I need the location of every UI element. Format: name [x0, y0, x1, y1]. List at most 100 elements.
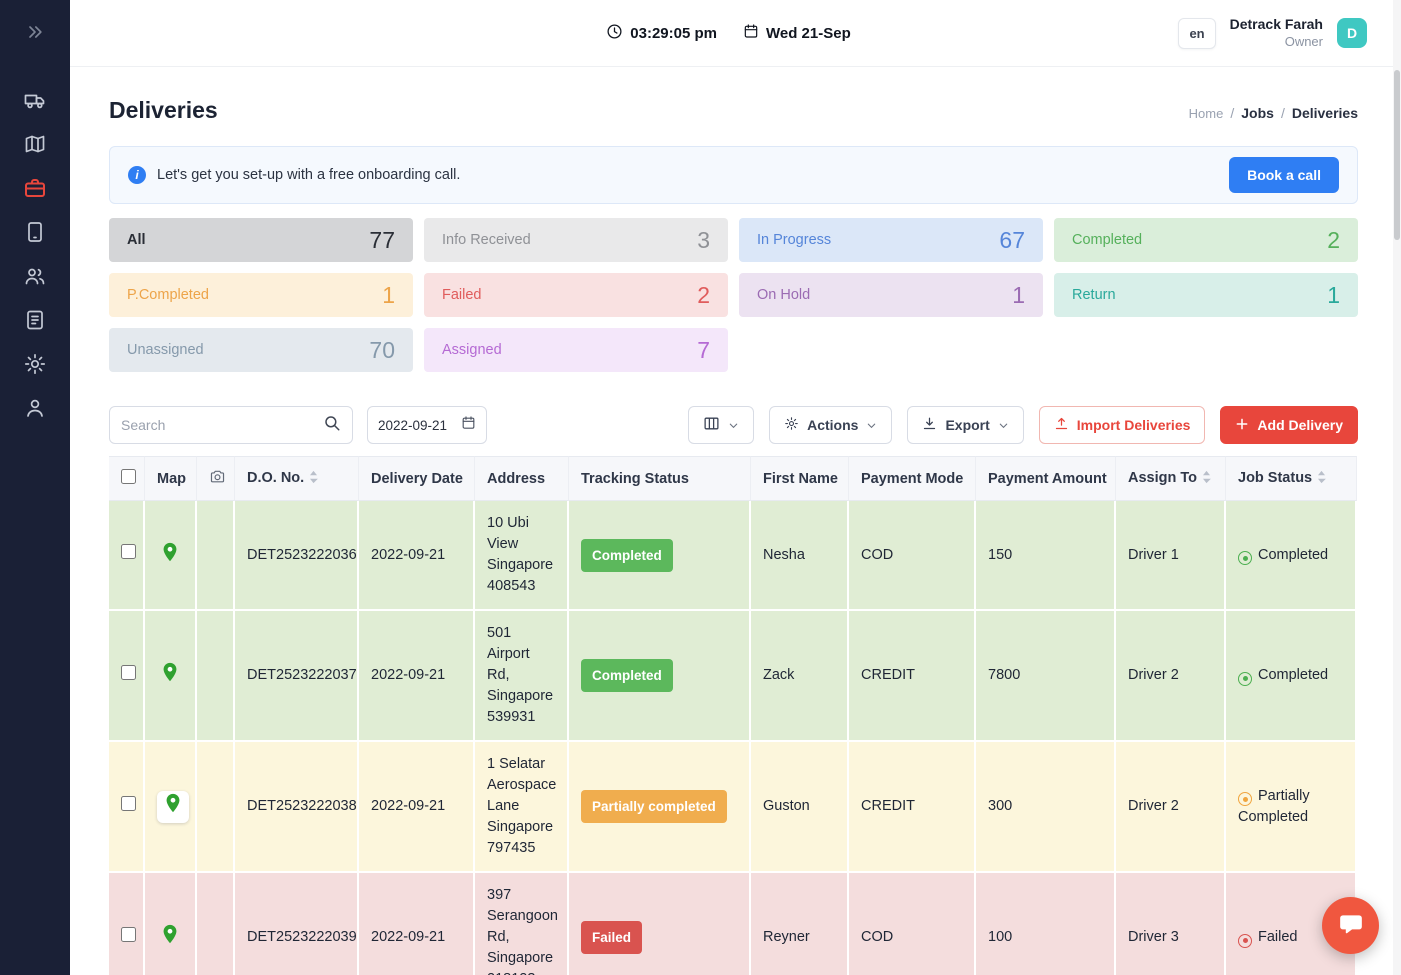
job-status-cell: Completed	[1226, 611, 1357, 742]
sidebar-item-account[interactable]	[17, 397, 53, 421]
gear-icon	[784, 416, 799, 434]
map-pin-button[interactable]	[159, 541, 181, 570]
row-checkbox[interactable]	[121, 796, 136, 811]
select-all-checkbox[interactable]	[121, 469, 136, 484]
gear-icon	[23, 352, 47, 379]
do-no-cell: DET2523222038	[235, 742, 359, 873]
date-text: Wed 21-Sep	[766, 25, 851, 42]
job-status-icon	[1238, 792, 1252, 806]
user-block: Detrack Farah Owner	[1230, 16, 1323, 50]
breadcrumb: Home / Jobs / Deliveries	[1189, 105, 1358, 121]
sidebar-item-team[interactable]	[17, 265, 53, 289]
status-card-info-received[interactable]: Info Received 3	[424, 218, 728, 262]
status-card-label: All	[127, 232, 146, 248]
actions-button[interactable]: Actions	[769, 406, 892, 444]
status-card-in-progress[interactable]: In Progress 67	[739, 218, 1043, 262]
language-button[interactable]: en	[1178, 18, 1215, 49]
chat-bubble-icon	[1338, 911, 1364, 940]
column-label: Address	[487, 471, 545, 487]
tracking-status-badge: Failed	[581, 921, 642, 954]
job-status-label: Failed	[1258, 929, 1298, 945]
briefcase-icon	[23, 176, 47, 203]
table-body: DET2523222036 2022-09-21 10 Ubi View Sin…	[109, 501, 1357, 975]
onboarding-banner: i Let's get you set-up with a free onboa…	[109, 146, 1358, 204]
column-header-do_no[interactable]: D.O. No.	[235, 456, 359, 501]
status-card-label: Failed	[442, 287, 482, 303]
map-pin-button[interactable]	[159, 661, 181, 690]
status-card-assigned[interactable]: Assigned 7	[424, 328, 728, 372]
sidebar-item-jobs[interactable]	[17, 177, 53, 201]
column-header-checkbox	[109, 456, 145, 501]
sort-icon	[1202, 472, 1211, 488]
status-card-count: 1	[382, 282, 395, 309]
row-checkbox[interactable]	[121, 665, 136, 680]
sidebar-item-devices[interactable]	[17, 221, 53, 245]
avatar[interactable]: D	[1337, 18, 1367, 48]
book-a-call-button[interactable]: Book a call	[1229, 157, 1339, 193]
date-input[interactable]	[378, 418, 455, 433]
status-card-label: Assigned	[442, 342, 502, 358]
main-content: Deliveries Home / Jobs / Deliveries i Le…	[70, 67, 1393, 975]
scrollbar-thumb[interactable]	[1394, 70, 1400, 240]
column-header-job_status[interactable]: Job Status	[1226, 456, 1357, 501]
address-cell: 397 Serangoon Rd, Singapore 218123	[475, 873, 569, 975]
breadcrumb-home[interactable]: Home	[1189, 106, 1224, 121]
map-pin-button[interactable]	[157, 791, 189, 823]
status-card-return[interactable]: Return 1	[1054, 273, 1358, 317]
status-card-on-hold[interactable]: On Hold 1	[739, 273, 1043, 317]
search-icon	[323, 414, 341, 437]
map-pin-button[interactable]	[159, 923, 181, 952]
status-card-count: 2	[1327, 227, 1340, 254]
sidebar-item-map[interactable]	[17, 133, 53, 157]
job-status-cell: Partially Completed	[1226, 742, 1357, 873]
sidebar-collapse-button[interactable]	[25, 22, 45, 45]
assign-to-cell: Driver 2	[1116, 742, 1226, 873]
search-input[interactable]	[121, 417, 323, 433]
add-delivery-button[interactable]: Add Delivery	[1220, 406, 1358, 444]
status-card-count: 1	[1012, 282, 1025, 309]
delivery-date-cell: 2022-09-21	[359, 873, 475, 975]
current-time: 03:29:05 pm	[606, 23, 717, 44]
payment-mode-cell: COD	[849, 873, 976, 975]
chat-widget-button[interactable]	[1322, 897, 1379, 954]
top-header: 03:29:05 pm Wed 21-Sep en Detrack Farah …	[70, 0, 1401, 67]
status-cards: All 77 Info Received 3 In Progress 67 Co…	[109, 218, 1358, 372]
clock-icon	[606, 23, 623, 44]
payment-amount-cell: 7800	[976, 611, 1116, 742]
export-label: Export	[945, 417, 989, 433]
breadcrumb-jobs[interactable]: Jobs	[1241, 105, 1274, 121]
column-header-payment_amount: Payment Amount	[976, 456, 1116, 501]
import-deliveries-button[interactable]: Import Deliveries	[1039, 406, 1206, 444]
status-card-label: Completed	[1072, 232, 1142, 248]
sidebar-item-vehicles[interactable]	[17, 89, 53, 113]
column-label: D.O. No.	[247, 470, 304, 486]
column-header-assign_to[interactable]: Assign To	[1116, 456, 1226, 501]
date-filter	[367, 406, 487, 444]
status-card-label: Unassigned	[127, 342, 204, 358]
row-checkbox[interactable]	[121, 544, 136, 559]
delivery-date-cell: 2022-09-21	[359, 611, 475, 742]
row-checkbox[interactable]	[121, 927, 136, 942]
photo-cell	[197, 501, 235, 611]
address-cell: 10 Ubi View Singapore 408543	[475, 501, 569, 611]
export-button[interactable]: Export	[907, 406, 1023, 444]
payment-amount-cell: 300	[976, 742, 1116, 873]
sidebar-item-settings[interactable]	[17, 353, 53, 377]
plus-icon	[1235, 417, 1249, 434]
status-card-count: 67	[999, 227, 1025, 254]
photo-cell	[197, 873, 235, 975]
table-row: DET2523222039 2022-09-21 397 Serangoon R…	[109, 873, 1357, 975]
status-card-failed[interactable]: Failed 2	[424, 273, 728, 317]
tracking-status-badge: Completed	[581, 539, 673, 572]
deliveries-table: MapD.O. No.Delivery DateAddressTracking …	[109, 456, 1362, 975]
column-settings-button[interactable]	[688, 406, 754, 444]
status-card-p-completed[interactable]: P.Completed 1	[109, 273, 413, 317]
delivery-date-cell: 2022-09-21	[359, 501, 475, 611]
info-icon: i	[128, 166, 146, 184]
sidebar-item-records[interactable]	[17, 309, 53, 333]
status-card-all[interactable]: All 77	[109, 218, 413, 262]
status-card-completed[interactable]: Completed 2	[1054, 218, 1358, 262]
status-card-unassigned[interactable]: Unassigned 70	[109, 328, 413, 372]
first-name-cell: Reyner	[751, 873, 849, 975]
column-label: First Name	[763, 471, 838, 487]
